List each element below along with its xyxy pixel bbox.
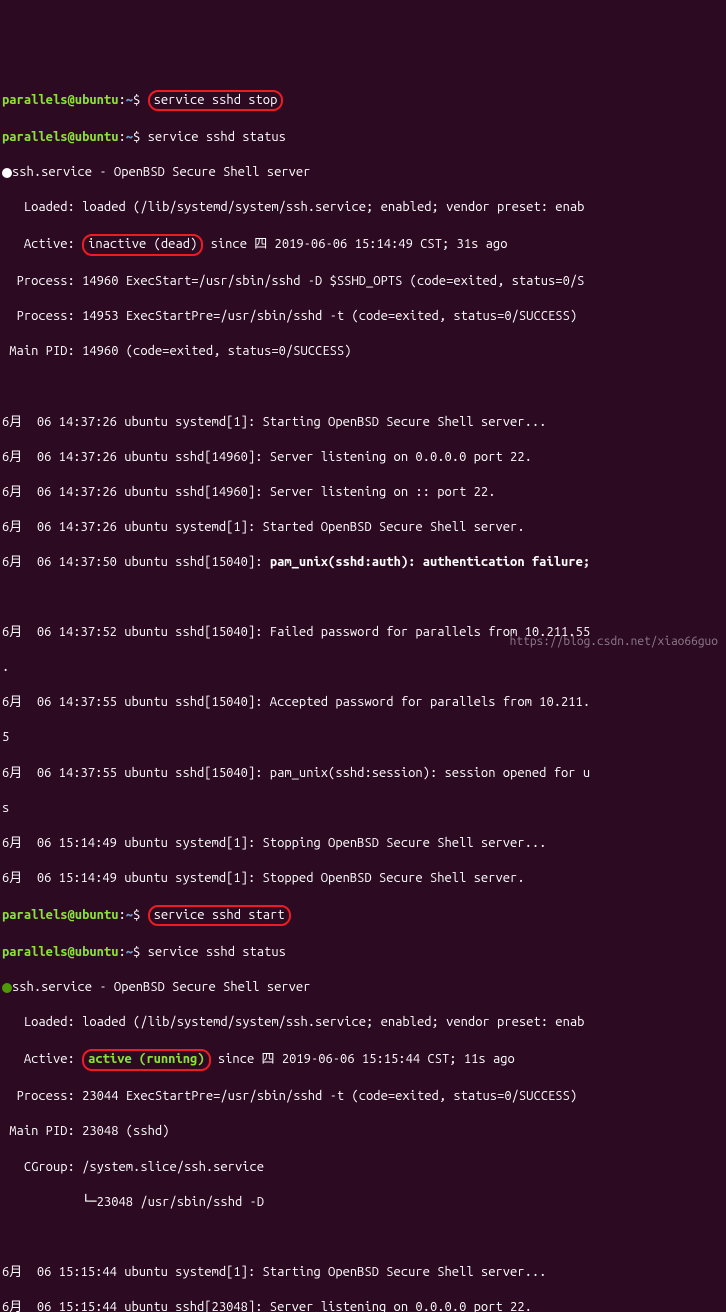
highlight-start-cmd: service sshd start bbox=[148, 905, 291, 927]
log-line: 6月 06 15:14:49 ubuntu systemd[1]: Stoppi… bbox=[2, 835, 724, 853]
status-dot-icon bbox=[2, 983, 12, 993]
log-line: 6月 06 14:37:55 ubuntu sshd[15040]: Accep… bbox=[2, 694, 724, 712]
log-line: 6月 06 14:37:26 ubuntu sshd[14960]: Serve… bbox=[2, 449, 724, 467]
status-dot-icon bbox=[2, 168, 12, 178]
status-active: Active: inactive (dead) since 四 2019-06-… bbox=[2, 234, 724, 256]
status-cgroup: CGroup: /system.slice/ssh.service bbox=[2, 1159, 724, 1177]
status-process1: Process: 14960 ExecStart=/usr/sbin/sshd … bbox=[2, 273, 724, 291]
user: parallels@ubuntu bbox=[2, 93, 118, 107]
status-active2: Active: active (running) since 四 2019-06… bbox=[2, 1049, 724, 1071]
highlight-inactive: inactive (dead) bbox=[82, 234, 203, 256]
log-line: 6月 06 14:37:26 ubuntu systemd[1]: Starte… bbox=[2, 519, 724, 537]
log-line: 6月 06 14:37:55 ubuntu sshd[15040]: pam_u… bbox=[2, 765, 724, 783]
log-line: 6月 06 15:15:44 ubuntu systemd[1]: Starti… bbox=[2, 1264, 724, 1282]
watermark: https://blog.csdn.net/xiao66guo bbox=[510, 634, 718, 650]
prompt-line-stop: parallels@ubuntu:~$ service sshd stop bbox=[2, 90, 724, 112]
status-mainpid: Main PID: 14960 (code=exited, status=0/S… bbox=[2, 343, 724, 361]
status-mainpid2: Main PID: 23048 (sshd) bbox=[2, 1123, 724, 1141]
log-authfail: 6月 06 14:37:50 ubuntu sshd[15040]: pam_u… bbox=[2, 554, 724, 572]
status-loaded2: Loaded: loaded (/lib/systemd/system/ssh.… bbox=[2, 1014, 724, 1032]
log-line: 6月 06 14:37:26 ubuntu sshd[14960]: Serve… bbox=[2, 484, 724, 502]
highlight-stop-cmd: service sshd stop bbox=[148, 90, 284, 112]
status-process2b: Process: 23044 ExecStartPre=/usr/sbin/ss… bbox=[2, 1088, 724, 1106]
prompt-line-status2: parallels@ubuntu:~$ service sshd status bbox=[2, 944, 724, 962]
log-line: 6月 06 14:37:26 ubuntu systemd[1]: Starti… bbox=[2, 414, 724, 432]
status-title: ssh.service - OpenBSD Secure Shell serve… bbox=[2, 164, 724, 182]
log-line: 6月 06 15:15:44 ubuntu sshd[23048]: Serve… bbox=[2, 1299, 724, 1312]
prompt-line-status1: parallels@ubuntu:~$ service sshd status bbox=[2, 129, 724, 147]
status-process2: Process: 14953 ExecStartPre=/usr/sbin/ss… bbox=[2, 308, 724, 326]
status-tree: └─23048 /usr/sbin/sshd -D bbox=[2, 1194, 724, 1212]
terminal[interactable]: parallels@ubuntu:~$ service sshd stop pa… bbox=[2, 72, 724, 1312]
prompt-line-start: parallels@ubuntu:~$ service sshd start bbox=[2, 905, 724, 927]
status-title2: ssh.service - OpenBSD Secure Shell serve… bbox=[2, 979, 724, 997]
highlight-active: active (running) bbox=[82, 1049, 210, 1071]
log-line: 6月 06 15:14:49 ubuntu systemd[1]: Stoppe… bbox=[2, 870, 724, 888]
status-loaded: Loaded: loaded (/lib/systemd/system/ssh.… bbox=[2, 199, 724, 217]
